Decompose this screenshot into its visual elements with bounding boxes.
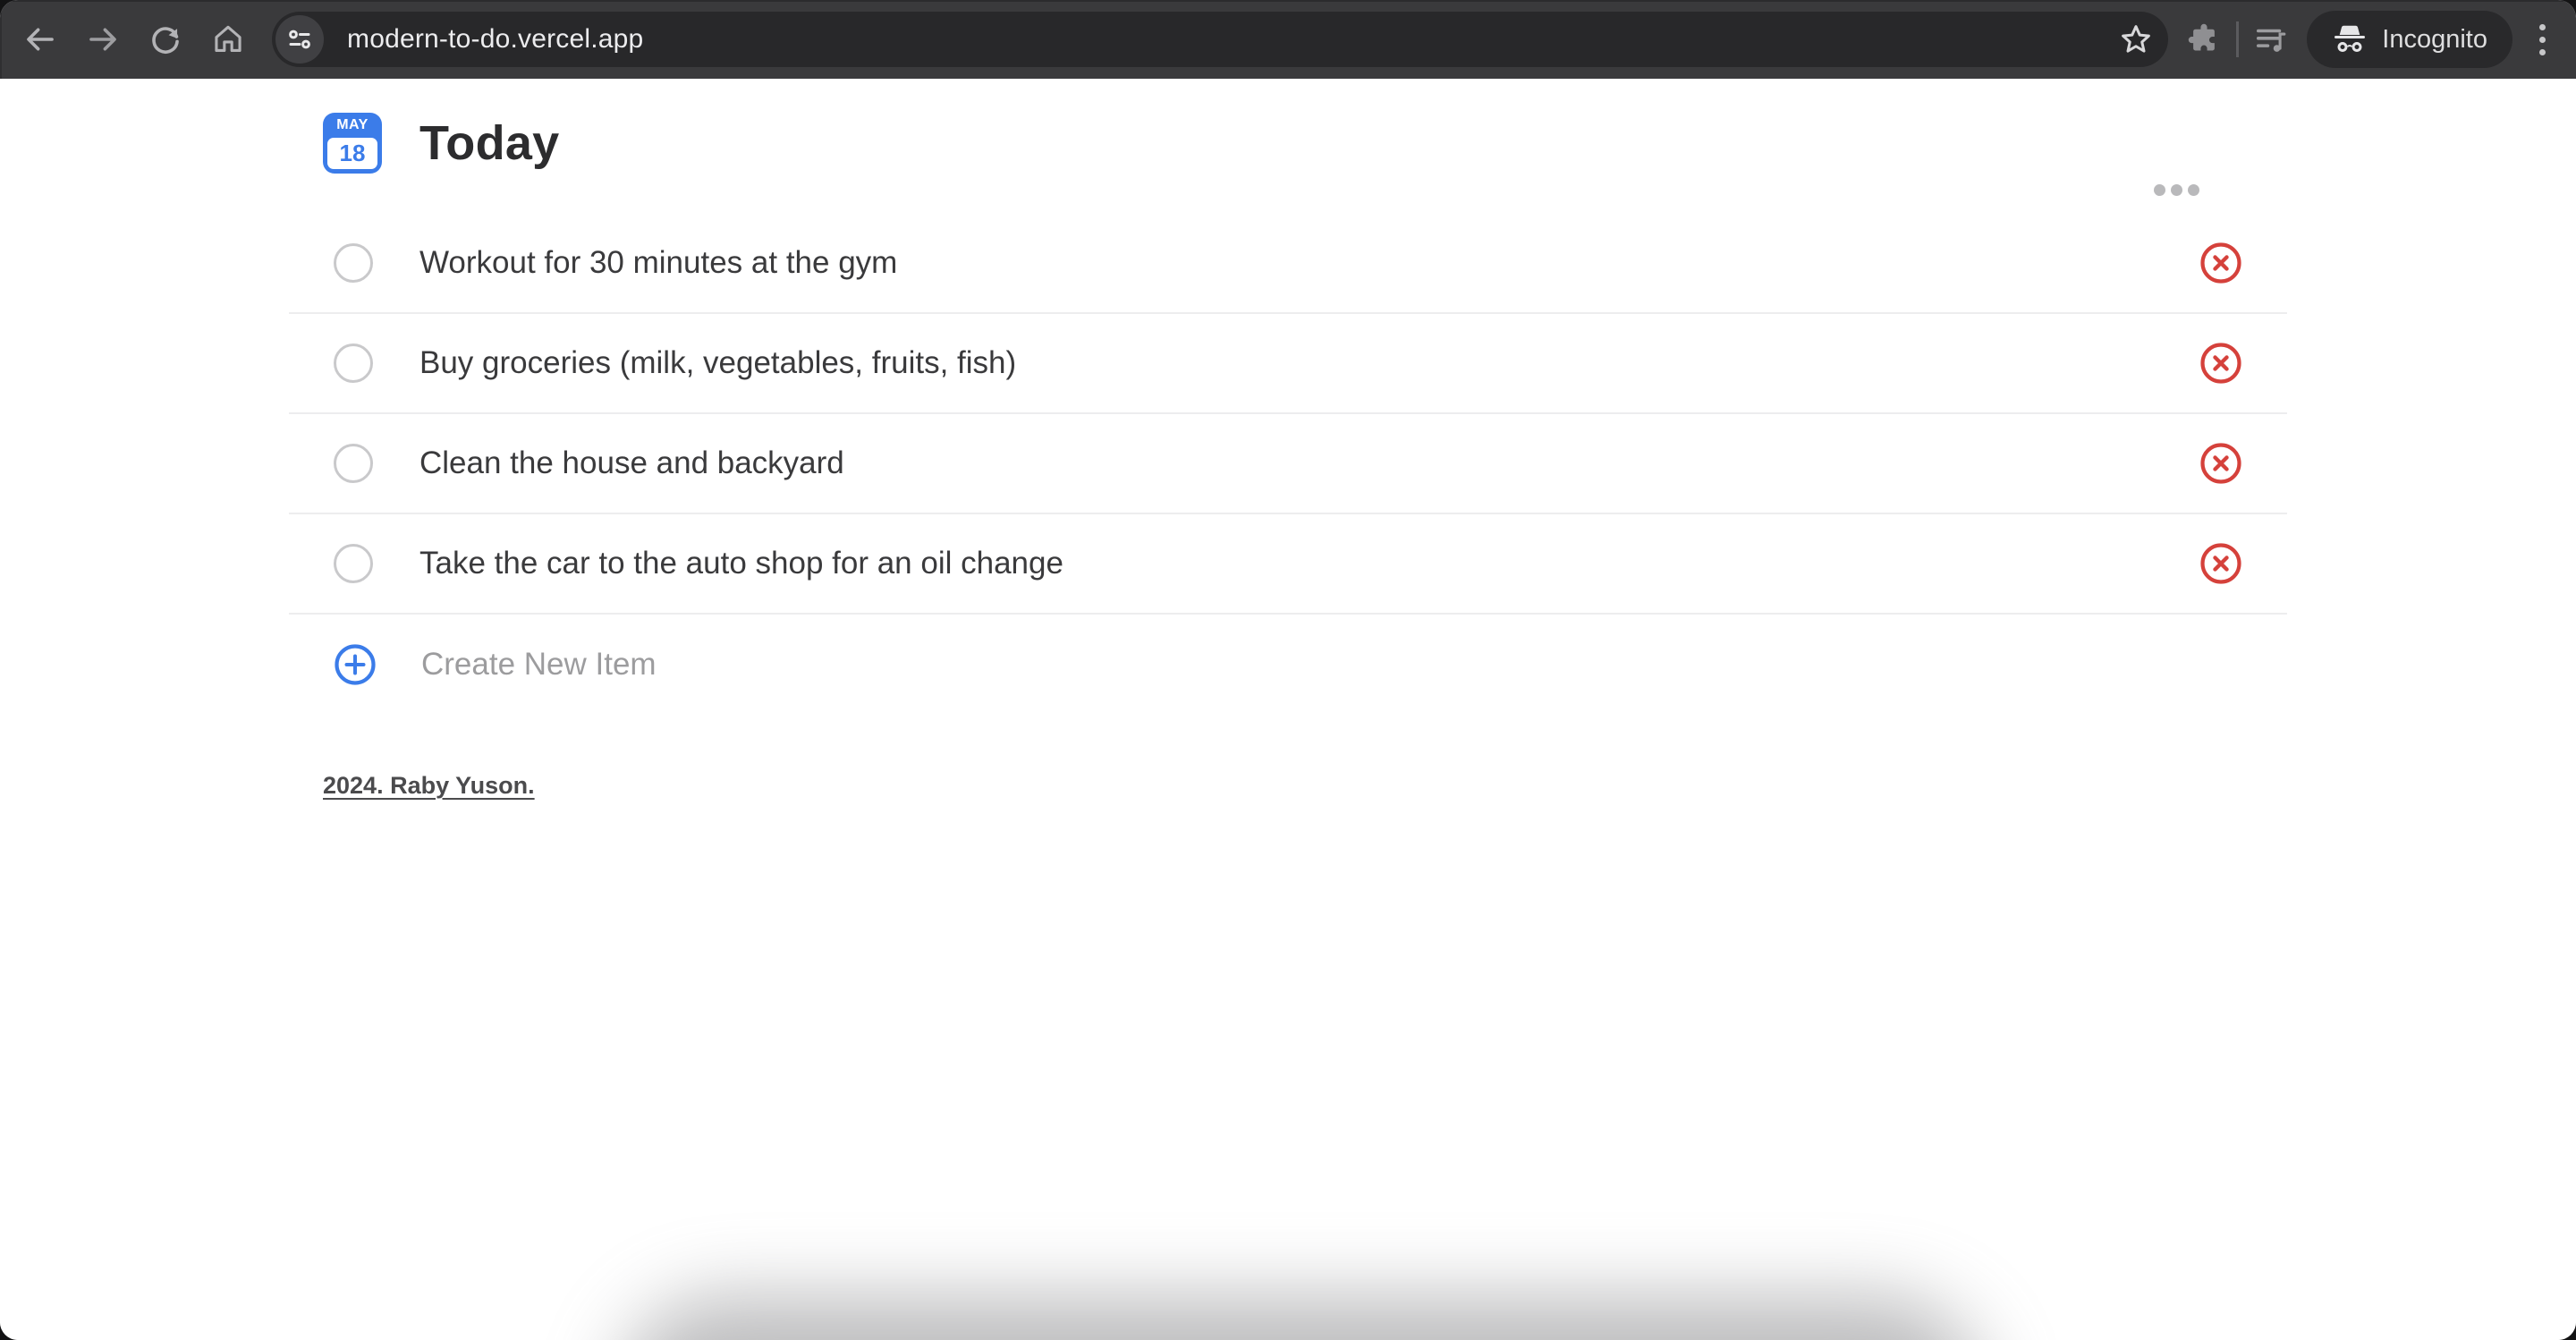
todo-text: Take the car to the auto shop for an oil…	[419, 546, 2199, 581]
home-button[interactable]	[197, 7, 259, 72]
puzzle-icon	[2187, 22, 2221, 56]
home-icon	[211, 22, 245, 56]
calendar-date-icon: MAY 18	[323, 113, 382, 174]
create-new-item-row[interactable]: Create New Item	[289, 615, 2287, 715]
todo-text: Buy groceries (milk, vegetables, fruits,…	[419, 345, 2199, 381]
todo-app-page: MAY 18 Today Workout for 30 minutes at t…	[0, 79, 2576, 1340]
list-options-button[interactable]	[2148, 179, 2205, 201]
todo-row: Buy groceries (milk, vegetables, fruits,…	[289, 314, 2287, 414]
page-footer: 2024. Raby Yuson.	[289, 772, 2287, 800]
todo-checkbox[interactable]	[334, 343, 373, 383]
forward-arrow-icon	[86, 22, 120, 56]
delete-todo-button[interactable]	[2199, 342, 2242, 385]
delete-x-icon	[2199, 542, 2242, 585]
todo-checkbox[interactable]	[334, 243, 373, 283]
todo-list: Workout for 30 minutes at the gym Buy gr…	[289, 214, 2287, 715]
create-new-item-label[interactable]: Create New Item	[421, 647, 657, 683]
dot	[2539, 49, 2546, 55]
delete-x-icon	[2199, 342, 2242, 385]
page-header: MAY 18 Today	[289, 79, 2287, 174]
calendar-month: MAY	[323, 113, 382, 133]
browser-window: modern-to-do.vercel.app Incognito MAY	[0, 0, 2576, 1340]
tune-icon	[286, 26, 313, 53]
dot	[2539, 24, 2546, 30]
back-arrow-icon	[23, 22, 57, 56]
url-text[interactable]: modern-to-do.vercel.app	[347, 24, 2118, 55]
back-button[interactable]	[9, 7, 72, 72]
add-item-button[interactable]	[334, 643, 377, 686]
dot	[2188, 184, 2199, 196]
todo-row: Take the car to the auto shop for an oil…	[289, 514, 2287, 615]
delete-todo-button[interactable]	[2199, 442, 2242, 485]
delete-todo-button[interactable]	[2199, 242, 2242, 284]
star-icon	[2118, 21, 2154, 57]
incognito-label: Incognito	[2382, 25, 2487, 55]
dot	[2171, 184, 2182, 196]
calendar-day: 18	[327, 138, 377, 169]
todo-checkbox[interactable]	[334, 544, 373, 583]
todo-text: Clean the house and backyard	[419, 445, 2199, 481]
delete-x-icon	[2199, 442, 2242, 485]
page-title: Today	[419, 115, 560, 171]
browser-toolbar: modern-to-do.vercel.app Incognito	[0, 0, 2576, 79]
media-controls-button[interactable]	[2246, 13, 2296, 66]
todo-text: Workout for 30 minutes at the gym	[419, 245, 2199, 281]
plus-circle-icon	[334, 643, 377, 686]
dot	[2539, 37, 2546, 43]
extensions-button[interactable]	[2179, 13, 2229, 66]
site-info-button[interactable]	[275, 15, 324, 64]
delete-x-icon	[2199, 242, 2242, 284]
incognito-badge[interactable]: Incognito	[2307, 11, 2512, 68]
forward-button[interactable]	[72, 7, 134, 72]
reload-button[interactable]	[134, 7, 197, 72]
address-bar[interactable]: modern-to-do.vercel.app	[272, 12, 2168, 67]
incognito-icon	[2332, 24, 2368, 55]
todo-row: Workout for 30 minutes at the gym	[289, 214, 2287, 314]
bookmark-star-button[interactable]	[2118, 21, 2154, 57]
playlist-music-icon	[2254, 22, 2288, 56]
todo-checkbox[interactable]	[334, 444, 373, 483]
delete-todo-button[interactable]	[2199, 542, 2242, 585]
bottom-card-shadow	[617, 1295, 1986, 1340]
dot	[2154, 184, 2165, 196]
credit-link[interactable]: 2024. Raby Yuson.	[323, 772, 535, 799]
reload-icon	[148, 22, 182, 56]
toolbar-divider	[2236, 21, 2239, 57]
todo-row: Clean the house and backyard	[289, 414, 2287, 514]
browser-menu-button[interactable]	[2527, 15, 2558, 64]
